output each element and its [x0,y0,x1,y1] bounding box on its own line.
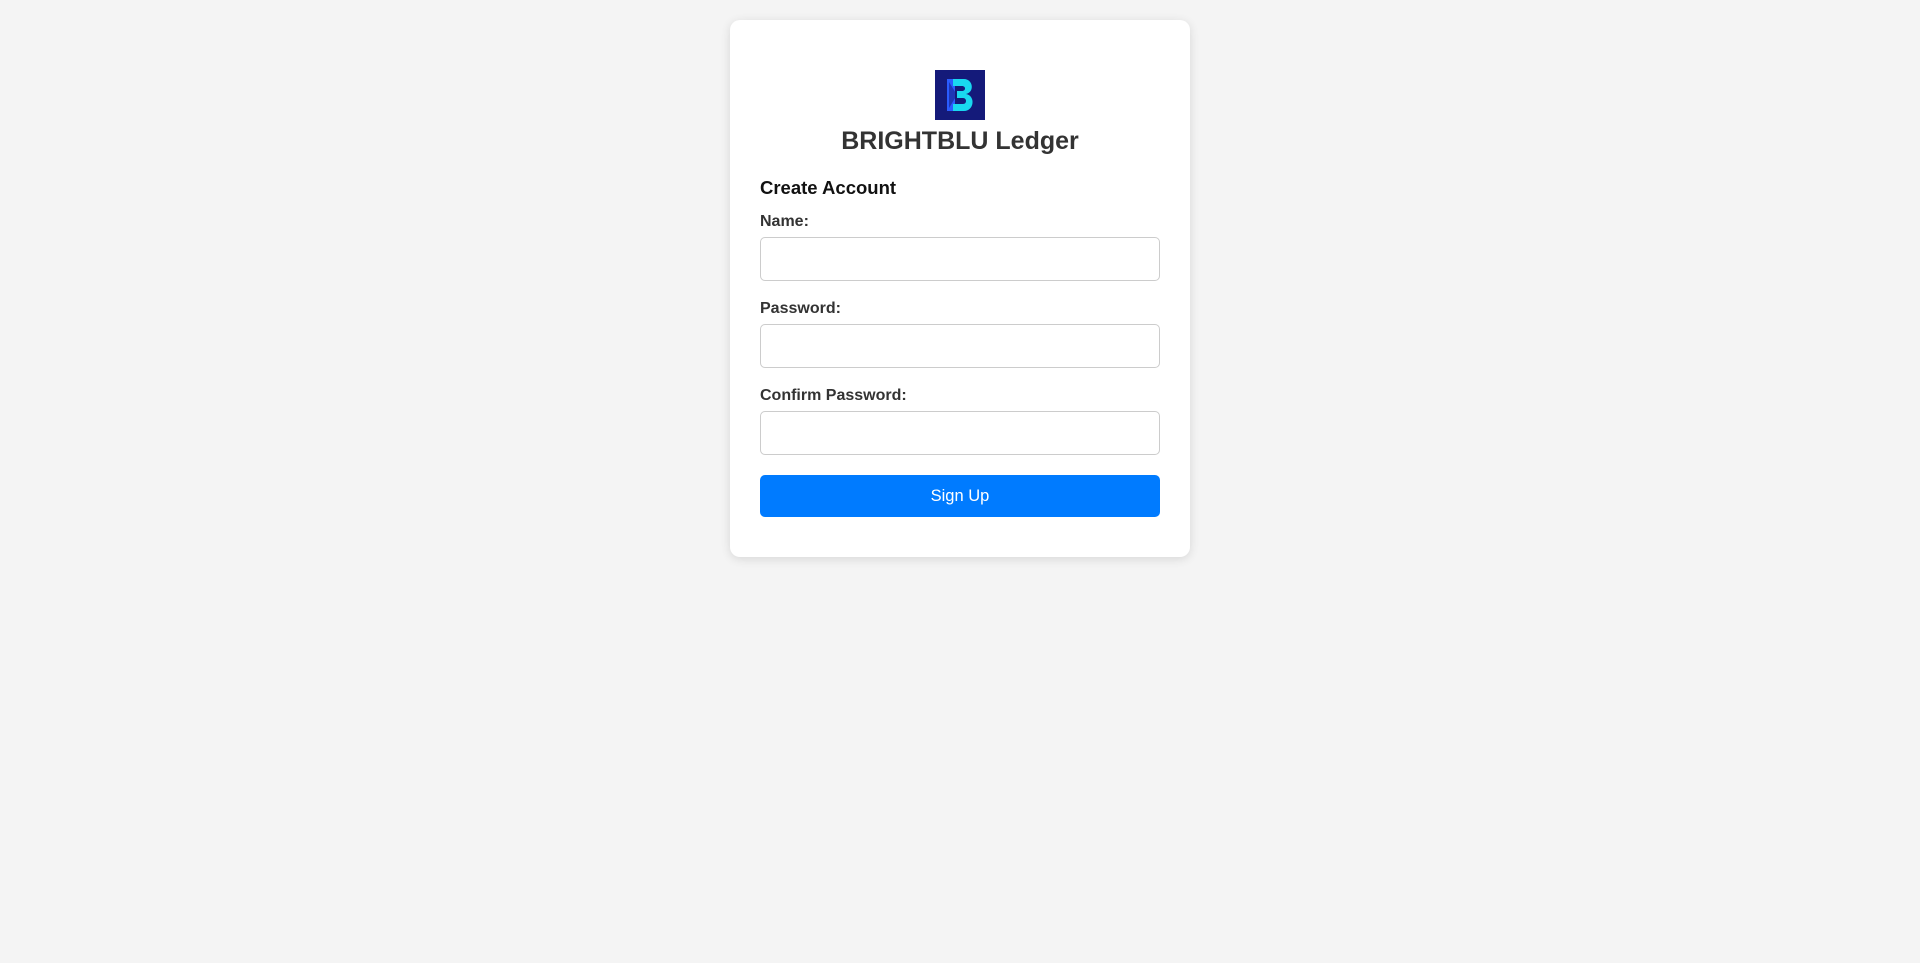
password-input[interactable] [760,324,1160,368]
brand-name: BRIGHTBLU Ledger [841,127,1079,155]
confirm-password-field-group: Confirm Password: [760,386,1160,455]
form-title: Create Account [760,177,897,198]
name-label: Name: [760,213,809,230]
brightblu-logo-icon [935,70,985,120]
signup-card: BRIGHTBLU Ledger Create Account Name: Pa… [730,20,1190,557]
password-label: Password: [760,300,841,317]
name-field-group: Name: [760,212,1160,281]
name-input[interactable] [760,237,1160,281]
signup-form: Name: Password: Confirm Password: Sign U… [760,212,1160,517]
password-field-group: Password: [760,299,1160,368]
confirm-password-input[interactable] [760,411,1160,455]
confirm-password-label: Confirm Password: [760,387,907,404]
brand-header: BRIGHTBLU Ledger [760,70,1160,156]
sign-up-button[interactable]: Sign Up [760,475,1160,517]
